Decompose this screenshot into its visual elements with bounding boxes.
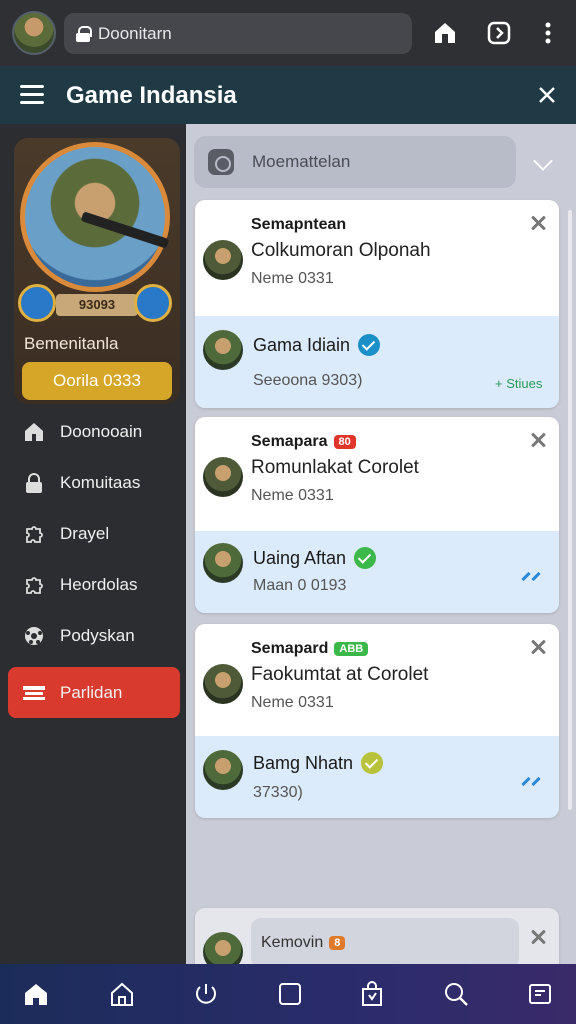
search-placeholder: Moemattelan bbox=[252, 152, 351, 171]
sidebar-item-heordolas[interactable]: Heordolas bbox=[8, 559, 180, 610]
profile-card[interactable]: 93093 Bemenitanla Oorila 0333 bbox=[14, 138, 180, 404]
profile-avatar[interactable] bbox=[12, 11, 56, 55]
clan-badge-icon bbox=[134, 284, 172, 322]
search-icon[interactable] bbox=[442, 980, 470, 1008]
notification-card[interactable]: Semapntean Colkumoran Olponah Neme 0331 … bbox=[195, 200, 559, 408]
soccer-ball-icon bbox=[22, 624, 46, 648]
sidebar-item-home[interactable]: Doonooain bbox=[8, 406, 180, 457]
notification-panel: Moemattelan Semapntean Colkumoran Olpona… bbox=[186, 124, 576, 964]
profile-name: Bemenitanla bbox=[24, 334, 119, 353]
rank-badge-icon bbox=[18, 284, 56, 322]
puzzle-icon bbox=[22, 522, 46, 546]
card-subtitle: Romunlakat Corolet bbox=[251, 457, 419, 478]
verified-check-icon bbox=[361, 752, 384, 774]
hamburger-menu-icon[interactable] bbox=[20, 85, 44, 105]
page-title: Game Indansia bbox=[66, 82, 237, 109]
reply-name: Bamg Nhatn bbox=[253, 752, 384, 774]
reply-name: Gama Idiain bbox=[253, 334, 381, 356]
sidebar-item-label: Parlidan bbox=[60, 682, 123, 702]
sidebar-item-label: Podyskan bbox=[60, 625, 135, 645]
tag-badge: ABB bbox=[334, 642, 369, 656]
read-receipt-icon bbox=[521, 776, 547, 790]
card-meta: Neme 0331 bbox=[251, 270, 334, 287]
score-plate: 93093 bbox=[56, 294, 138, 316]
lock-icon bbox=[22, 471, 46, 495]
avatar bbox=[203, 543, 243, 583]
bag-icon[interactable] bbox=[358, 980, 386, 1008]
home-icon[interactable] bbox=[22, 980, 50, 1008]
avatar bbox=[203, 664, 243, 704]
card-subtitle: Colkumoran Olponah bbox=[251, 240, 431, 261]
more-menu-icon[interactable] bbox=[533, 18, 563, 48]
square-icon[interactable] bbox=[276, 980, 304, 1008]
tag-badge: 80 bbox=[333, 435, 356, 449]
avatar bbox=[203, 457, 243, 497]
sidebar: 93093 Bemenitanla Oorila 0333 Doonooain … bbox=[0, 124, 186, 964]
home-icon bbox=[22, 420, 46, 444]
search-input[interactable]: Moemattelan bbox=[194, 136, 516, 188]
sidebar-item-parlidan[interactable]: Parlidan bbox=[8, 667, 180, 718]
browser-bar: Doonitarn bbox=[0, 0, 576, 66]
puzzle-icon bbox=[22, 573, 46, 597]
wallet-icon[interactable] bbox=[526, 980, 554, 1008]
sidebar-item-label: Komuitaas bbox=[60, 472, 141, 492]
read-receipt-icon bbox=[521, 571, 547, 585]
close-icon[interactable] bbox=[529, 638, 547, 656]
reply-meta: Maan 0 0193 bbox=[253, 577, 347, 594]
verified-check-icon bbox=[354, 547, 377, 569]
card-title: Kemovin 8 bbox=[251, 918, 519, 964]
bottom-tab-bar bbox=[0, 964, 576, 1024]
close-icon[interactable] bbox=[529, 431, 547, 449]
scrollbar[interactable] bbox=[568, 210, 572, 810]
sidebar-item-podyskan[interactable]: Podyskan bbox=[8, 610, 180, 661]
house-outline-icon[interactable] bbox=[108, 980, 136, 1008]
sidebar-item-drayel[interactable]: Drayel bbox=[8, 508, 180, 559]
profile-badge-button[interactable]: Oorila 0333 bbox=[22, 362, 172, 400]
sidebar-nav: Doonooain Komuitaas Drayel Heordolas Pod… bbox=[8, 406, 180, 718]
home-icon[interactable] bbox=[430, 18, 460, 48]
tab-switch-icon[interactable] bbox=[484, 18, 514, 48]
sidebar-item-label: Doonooain bbox=[60, 421, 143, 441]
chevron-down-icon[interactable] bbox=[533, 151, 553, 171]
verified-check-icon bbox=[358, 334, 381, 356]
power-icon[interactable] bbox=[192, 980, 220, 1008]
url-text: Doonitarn bbox=[98, 23, 172, 43]
search-icon bbox=[208, 149, 234, 175]
sidebar-item-community[interactable]: Komuitaas bbox=[8, 457, 180, 508]
card-title: Semapara 80 bbox=[251, 433, 356, 451]
sidebar-item-label: Drayel bbox=[60, 523, 110, 543]
reply-meta: Seeoona 9303) bbox=[253, 372, 363, 389]
card-title: Semapntean bbox=[251, 216, 347, 233]
card-meta: Neme 0331 bbox=[251, 487, 334, 504]
soldier-portrait bbox=[20, 142, 170, 292]
notification-card[interactable]: Semapara 80 Romunlakat Corolet Neme 0331… bbox=[195, 417, 559, 613]
avatar bbox=[203, 240, 243, 280]
avatar bbox=[203, 330, 243, 370]
url-field[interactable]: Doonitarn bbox=[64, 13, 412, 54]
card-title: Semapard ABB bbox=[251, 640, 369, 658]
close-icon[interactable] bbox=[529, 928, 547, 946]
close-icon[interactable] bbox=[529, 214, 547, 232]
notification-card[interactable]: Kemovin 8 bbox=[195, 908, 559, 964]
avatar bbox=[203, 750, 243, 790]
close-icon[interactable] bbox=[536, 84, 558, 106]
card-meta: Neme 0331 bbox=[251, 694, 334, 711]
tag-badge: 8 bbox=[329, 936, 346, 950]
avatar bbox=[203, 932, 243, 964]
app-header: Game Indansia bbox=[0, 66, 576, 124]
reply-meta: 37330) bbox=[253, 784, 303, 801]
gift-icon bbox=[22, 681, 46, 705]
sidebar-item-label: Heordolas bbox=[60, 574, 138, 594]
reply-name: Uaing Aftan bbox=[253, 547, 377, 569]
lock-icon bbox=[76, 25, 92, 42]
card-subtitle: Faokumtat at Corolet bbox=[251, 664, 429, 685]
status-label: + Stiues bbox=[495, 376, 543, 391]
notification-card[interactable]: Semapard ABB Faokumtat at Corolet Neme 0… bbox=[195, 624, 559, 818]
